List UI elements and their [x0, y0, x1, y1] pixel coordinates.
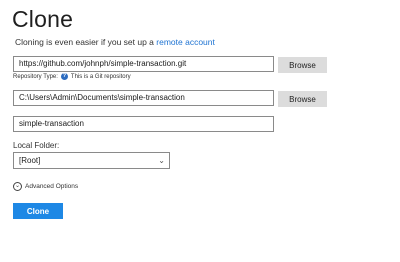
- local-folder-select[interactable]: [Root] ⌄: [13, 152, 170, 169]
- chevron-circle-icon: ⌄: [13, 182, 22, 191]
- remote-account-link[interactable]: remote account: [156, 37, 215, 47]
- help-icon[interactable]: ?: [60, 73, 68, 80]
- advanced-options-label: Advanced Options: [25, 183, 79, 190]
- chevron-down-icon: ⌄: [158, 156, 165, 165]
- local-folder-selected: [Root]: [19, 156, 41, 165]
- subtitle-text: Cloning is even easier if you set up a: [15, 37, 157, 47]
- page-title: Clone: [12, 6, 74, 32]
- repository-type-label: Repository Type:: [13, 73, 58, 80]
- destination-path-input[interactable]: C:\Users\Admin\Documents\simple-transact…: [13, 90, 274, 106]
- repository-name-input[interactable]: simple-transaction: [13, 116, 274, 132]
- repository-type-value: This is a Git repository: [70, 73, 131, 80]
- advanced-options-toggle[interactable]: ⌄ Advanced Options: [13, 182, 78, 191]
- repository-url-input[interactable]: https://github.com/johnph/simple-transac…: [13, 56, 274, 72]
- local-folder-label: Local Folder:: [13, 141, 60, 150]
- repository-type: Repository Type: ? This is a Git reposit…: [13, 73, 131, 80]
- clone-button[interactable]: Clone: [13, 203, 63, 219]
- page-subtitle: Cloning is even easier if you set up a r…: [15, 37, 215, 47]
- browse-destination-button[interactable]: Browse: [278, 91, 327, 107]
- browse-repository-button[interactable]: Browse: [278, 57, 327, 73]
